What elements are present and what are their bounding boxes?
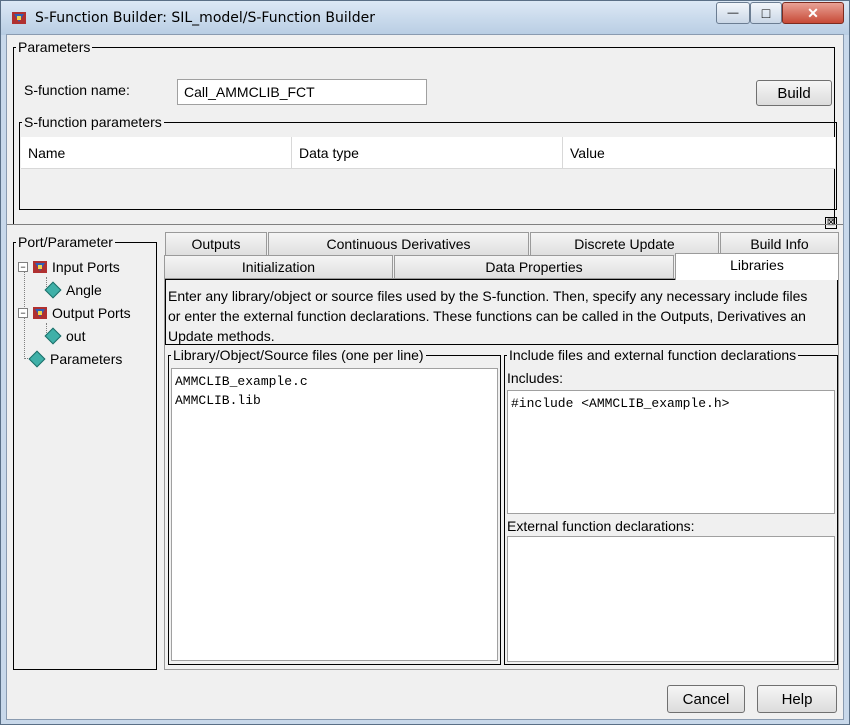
description-line: Update methods. — [168, 328, 275, 344]
include-files-group: Include files and external function decl… — [504, 346, 838, 665]
minimize-button[interactable]: — — [716, 2, 750, 24]
port-parameter-tree: Port/Parameter − Input Ports Angle − Out… — [13, 233, 157, 670]
input-ports-icon — [33, 261, 47, 273]
maximize-button[interactable]: □ — [750, 2, 782, 24]
description-line: Enter any library/object or source files… — [168, 288, 808, 304]
sfunction-parameters-title: S-function parameters — [22, 113, 164, 131]
tree-item-angle[interactable]: Angle — [44, 281, 102, 299]
dialog-client-area: Parameters S-function name: Call_AMMCLIB… — [6, 34, 844, 720]
includes-textarea[interactable]: #include <AMMCLIB_example.h> — [507, 390, 835, 514]
parameters-table-header: Name Data type Value — [21, 137, 835, 169]
parameter-diamond-icon — [28, 350, 46, 368]
port-diamond-icon — [44, 281, 62, 299]
external-declarations-textarea[interactable] — [507, 536, 835, 662]
build-button[interactable]: Build — [756, 80, 832, 106]
sfunction-name-input[interactable]: Call_AMMCLIB_FCT — [177, 79, 427, 105]
panel-divider[interactable] — [7, 224, 843, 225]
tree-label-output-ports: Output Ports — [52, 305, 131, 321]
external-declarations-label: External function declarations: — [507, 518, 695, 534]
tree-label-input-ports: Input Ports — [52, 259, 120, 275]
tabbed-pane: Outputs Continuous Derivatives Discrete … — [164, 232, 839, 672]
tab-outputs[interactable]: Outputs — [165, 232, 267, 256]
tree-label-out: out — [66, 328, 86, 344]
sfunction-parameters-group: S-function parameters Name Data type Val… — [19, 113, 837, 210]
tree-label-angle: Angle — [66, 282, 102, 298]
tab-continuous-derivatives[interactable]: Continuous Derivatives — [268, 232, 529, 256]
collapse-icon[interactable]: ⊠ — [825, 217, 837, 229]
tab-libraries[interactable]: Libraries — [675, 253, 839, 280]
close-button[interactable]: ✕ — [782, 2, 844, 24]
libraries-description: Enter any library/object or source files… — [165, 279, 838, 345]
cancel-button[interactable]: Cancel — [667, 685, 745, 713]
includes-label: Includes: — [507, 370, 564, 386]
sfunction-name-label: S-function name: — [24, 82, 130, 98]
library-file-line: AMMCLIB_example.c — [175, 374, 308, 389]
column-header-name[interactable]: Name — [21, 137, 292, 169]
tab-data-properties[interactable]: Data Properties — [394, 255, 674, 279]
close-icon: ✕ — [807, 4, 819, 21]
description-line: or enter the external function declarati… — [168, 308, 806, 324]
library-files-group: Library/Object/Source files (one per lin… — [168, 346, 501, 665]
tree-item-out[interactable]: out — [44, 327, 86, 345]
library-files-title: Library/Object/Source files (one per lin… — [171, 346, 426, 364]
include-files-title: Include files and external function decl… — [507, 346, 799, 364]
collapse-toggle-icon[interactable]: − — [18, 262, 28, 272]
libraries-panel: Enter any library/object or source files… — [164, 278, 839, 670]
column-header-data-type[interactable]: Data type — [292, 137, 563, 169]
library-files-textarea[interactable]: AMMCLIB_example.c AMMCLIB.lib — [171, 368, 498, 661]
sfunction-builder-window: S-Function Builder: SIL_model/S-Function… — [0, 0, 850, 725]
column-header-value[interactable]: Value — [563, 137, 835, 169]
parameters-group-title: Parameters — [16, 38, 93, 56]
parameters-group: Parameters S-function name: Call_AMMCLIB… — [13, 38, 837, 229]
output-ports-icon — [33, 307, 47, 319]
minimize-icon: — — [727, 6, 739, 19]
tree-item-input-ports[interactable]: − Input Ports — [18, 259, 120, 275]
tree-item-output-ports[interactable]: − Output Ports — [18, 305, 131, 321]
port-diamond-icon — [44, 327, 62, 345]
help-button[interactable]: Help — [757, 685, 837, 713]
collapse-toggle-icon[interactable]: − — [18, 308, 28, 318]
maximize-icon: □ — [761, 5, 771, 21]
tab-initialization[interactable]: Initialization — [164, 255, 393, 279]
library-file-line: AMMCLIB.lib — [175, 393, 261, 408]
window-title: S-Function Builder: SIL_model/S-Function… — [35, 10, 375, 26]
tree-item-parameters[interactable]: Parameters — [28, 350, 123, 368]
simulink-app-icon — [12, 12, 26, 24]
port-parameter-title: Port/Parameter — [16, 233, 115, 251]
title-bar[interactable]: S-Function Builder: SIL_model/S-Function… — [1, 1, 849, 35]
tree-label-parameters: Parameters — [50, 351, 123, 367]
